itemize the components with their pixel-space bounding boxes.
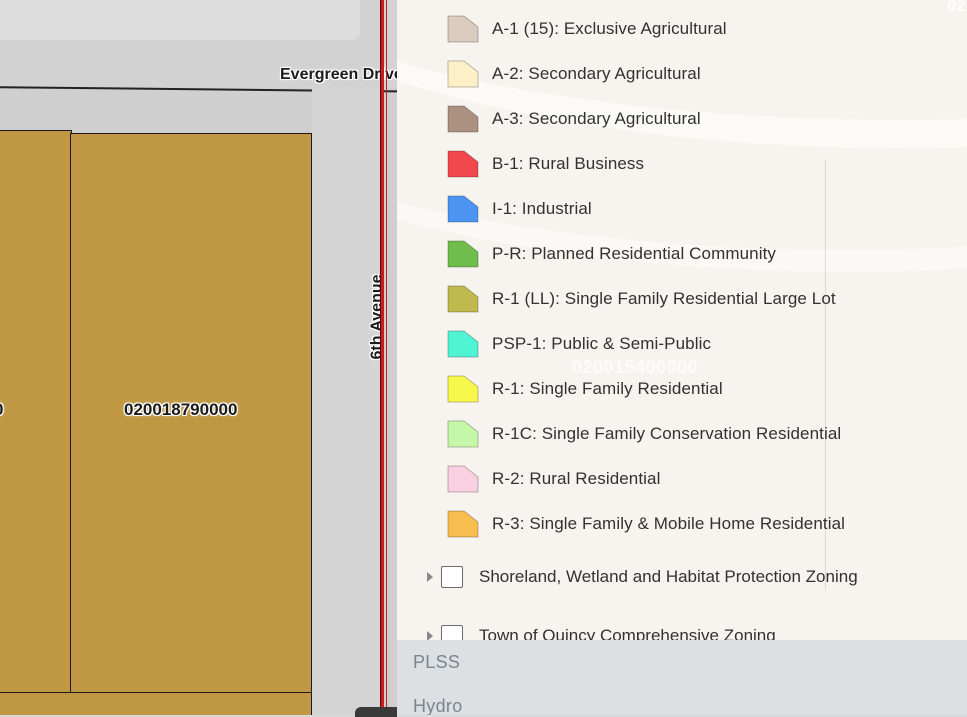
road-surface-6th-avenue	[312, 88, 384, 715]
section-plss[interactable]: PLSS	[413, 652, 460, 673]
legend-item: R-1 (LL): Single Family Residential Larg…	[447, 284, 836, 314]
legend-label: R-3: Single Family & Mobile Home Residen…	[492, 514, 846, 533]
legend-label: PSP-1: Public & Semi-Public	[492, 334, 712, 353]
legend-item: I-1: Industrial	[447, 194, 592, 224]
legend-swatch-icon	[447, 60, 479, 88]
legend-label: R-1 (LL): Single Family Residential Larg…	[492, 289, 836, 308]
ghost-corner-label: 02	[947, 0, 965, 15]
legend-label: R-2: Rural Residential	[492, 469, 661, 488]
legend-swatch-icon	[447, 375, 479, 403]
legend-item: A-3: Secondary Agricultural	[447, 104, 701, 134]
legend-swatch-icon	[447, 105, 479, 133]
expand-caret-icon[interactable]	[427, 572, 433, 582]
parcel-left[interactable]	[0, 130, 72, 694]
legend-label: P-R: Planned Residential Community	[492, 244, 777, 263]
legend-swatch-shape	[447, 285, 479, 313]
parcel-left-label: 0	[0, 400, 3, 420]
legend-swatch-shape	[447, 510, 479, 538]
legend-swatch-icon	[447, 195, 479, 223]
legend-swatch-shape	[447, 240, 479, 268]
legend-label: R-1: Single Family Residential	[492, 379, 723, 398]
legend-swatch-icon	[447, 285, 479, 313]
legend-swatch-icon	[447, 330, 479, 358]
layer-item-shoreland[interactable]: Shoreland, Wetland and Habitat Protectio…	[427, 563, 858, 591]
legend-label: I-1: Industrial	[492, 199, 592, 218]
map-corner-tab	[355, 707, 397, 717]
layer-group-bar: PLSS Hydro	[397, 640, 967, 715]
legend-swatch-icon	[447, 15, 479, 43]
legend-label: R-1C: Single Family Conservation Residen…	[492, 424, 842, 443]
legend-label: B-1: Rural Business	[492, 154, 645, 173]
legend-swatch-shape	[447, 150, 479, 178]
layer-label: Shoreland, Wetland and Habitat Protectio…	[479, 567, 858, 586]
legend-swatch-icon	[447, 420, 479, 448]
legend-swatch-icon	[447, 150, 479, 178]
legend-swatch-shape	[447, 195, 479, 223]
legend-label: A-3: Secondary Agricultural	[492, 109, 701, 128]
legend-label: A-1 (15): Exclusive Agricultural	[492, 19, 727, 38]
legend-item: R-3: Single Family & Mobile Home Residen…	[447, 509, 845, 539]
legend-swatch-shape	[447, 330, 479, 358]
legend-item: A-1 (15): Exclusive Agricultural	[447, 14, 727, 44]
parcel-main-label: 020018790000	[124, 400, 238, 419]
map-view[interactable]: 0 020018790000 Evergreen Drive 6th Avenu…	[0, 0, 400, 715]
legend-swatch-shape	[447, 375, 479, 403]
layer-visibility-checkbox[interactable]	[441, 566, 463, 588]
legend-item: R-2: Rural Residential	[447, 464, 661, 494]
legend-swatch-shape	[447, 60, 479, 88]
legend-item: B-1: Rural Business	[447, 149, 644, 179]
legend-swatch-shape	[447, 465, 479, 493]
legend-item: R-1C: Single Family Conservation Residen…	[447, 419, 841, 449]
legend-swatch-shape	[447, 105, 479, 133]
legend-item: PSP-1: Public & Semi-Public	[447, 329, 711, 359]
layer-list-panel: 020015400000 02 A-1 (15): Exclusive Agri…	[397, 0, 967, 715]
municipal-boundary-line-inner	[386, 0, 387, 715]
legend-item: A-2: Secondary Agricultural	[447, 59, 701, 89]
legend-item: R-1: Single Family Residential	[447, 374, 723, 404]
legend-item: P-R: Planned Residential Community	[447, 239, 776, 269]
legend-swatch-shape	[447, 420, 479, 448]
parcel-bottom[interactable]	[0, 692, 312, 715]
legend-swatch-shape	[447, 15, 479, 43]
section-hydro[interactable]: Hydro	[413, 696, 463, 715]
legend-swatch-icon	[447, 465, 479, 493]
legend-swatch-icon	[447, 510, 479, 538]
legend-swatch-icon	[447, 240, 479, 268]
municipal-boundary-line	[380, 0, 384, 715]
legend-label: A-2: Secondary Agricultural	[492, 64, 701, 83]
